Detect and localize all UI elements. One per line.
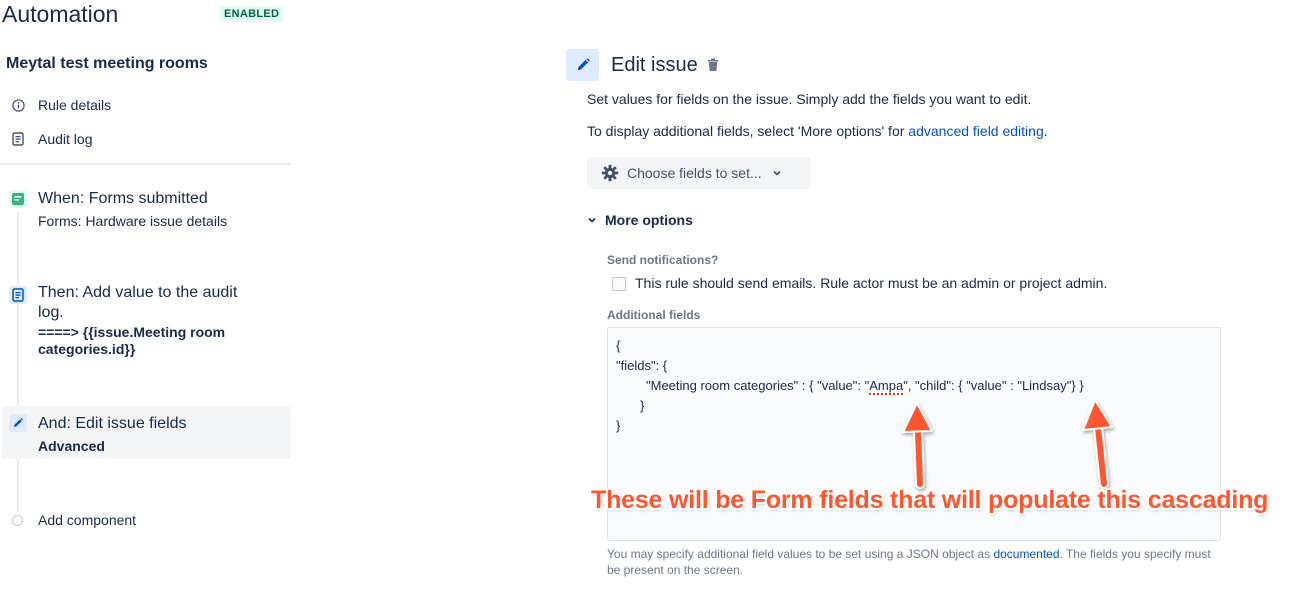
rule-name: Meytal test meeting rooms xyxy=(6,55,208,72)
step-edit-subtitle: Advanced xyxy=(38,438,105,454)
step-audit-subtitle-line1: ====> {{issue.Meeting room xyxy=(38,324,226,340)
send-notifications-label: Send notifications? xyxy=(607,253,719,267)
pencil-icon xyxy=(9,414,27,432)
step-audit-subtitle-line2: categories.id}} xyxy=(38,341,136,357)
add-component-link[interactable]: Add component xyxy=(38,512,136,529)
send-notifications-checkbox-label[interactable]: This rule should send emails. Rule actor… xyxy=(635,275,1107,291)
step-trigger-subtitle: Forms: Hardware issue details xyxy=(38,213,228,229)
gear-icon xyxy=(601,164,619,182)
panel-title: Edit issue xyxy=(611,54,698,76)
sidebar-item-label: Rule details xyxy=(38,97,112,113)
add-component-dot-icon xyxy=(12,515,23,526)
sidebar-item-rule-details[interactable]: Rule details xyxy=(10,95,111,115)
sidebar-divider xyxy=(0,163,291,165)
spellcheck-word: Ampa xyxy=(869,378,904,395)
json-line: } xyxy=(640,398,645,413)
send-notifications-checkbox[interactable] xyxy=(612,277,626,291)
panel-description: Set values for fields on the issue. Simp… xyxy=(587,91,1032,107)
document-icon xyxy=(10,131,26,147)
page-title: Automation xyxy=(2,1,119,27)
choose-fields-button[interactable]: Choose fields to set... xyxy=(587,157,811,189)
chevron-down-icon xyxy=(772,168,782,178)
timeline-connector xyxy=(17,212,19,512)
additional-fields-help: You may specify additional field values … xyxy=(607,547,1211,577)
advanced-field-editing-link[interactable]: advanced field editing xyxy=(908,123,1043,139)
step-audit-title-line1[interactable]: Then: Add value to the audit xyxy=(38,283,237,303)
json-line: "fields": { xyxy=(616,358,668,373)
form-icon xyxy=(9,190,27,208)
documented-link[interactable]: documented xyxy=(993,547,1059,561)
step-edit-title[interactable]: And: Edit issue fields xyxy=(38,414,187,434)
json-line: } xyxy=(616,418,621,433)
info-icon xyxy=(10,97,26,113)
document-icon xyxy=(9,286,27,304)
advanced-editing-hint: To display additional fields, select 'Mo… xyxy=(587,123,1048,139)
additional-fields-label: Additional fields xyxy=(607,308,701,322)
annotation-text: These will be Form fields that will popu… xyxy=(591,486,1269,514)
sidebar-item-audit-log[interactable]: Audit log xyxy=(10,129,92,149)
json-line: { xyxy=(616,338,621,353)
step-trigger-title[interactable]: When: Forms submitted xyxy=(38,189,208,209)
trash-icon[interactable] xyxy=(707,58,721,74)
sidebar-item-label: Audit log xyxy=(38,131,93,147)
status-badge: ENABLED xyxy=(220,6,284,22)
more-options-toggle[interactable]: More options xyxy=(587,212,693,228)
step-audit-title-line2: log. xyxy=(38,304,64,321)
pencil-icon xyxy=(566,49,599,81)
chevron-down-icon xyxy=(587,215,597,225)
json-line: "Meeting room categories" : { "value": "… xyxy=(646,378,1084,395)
